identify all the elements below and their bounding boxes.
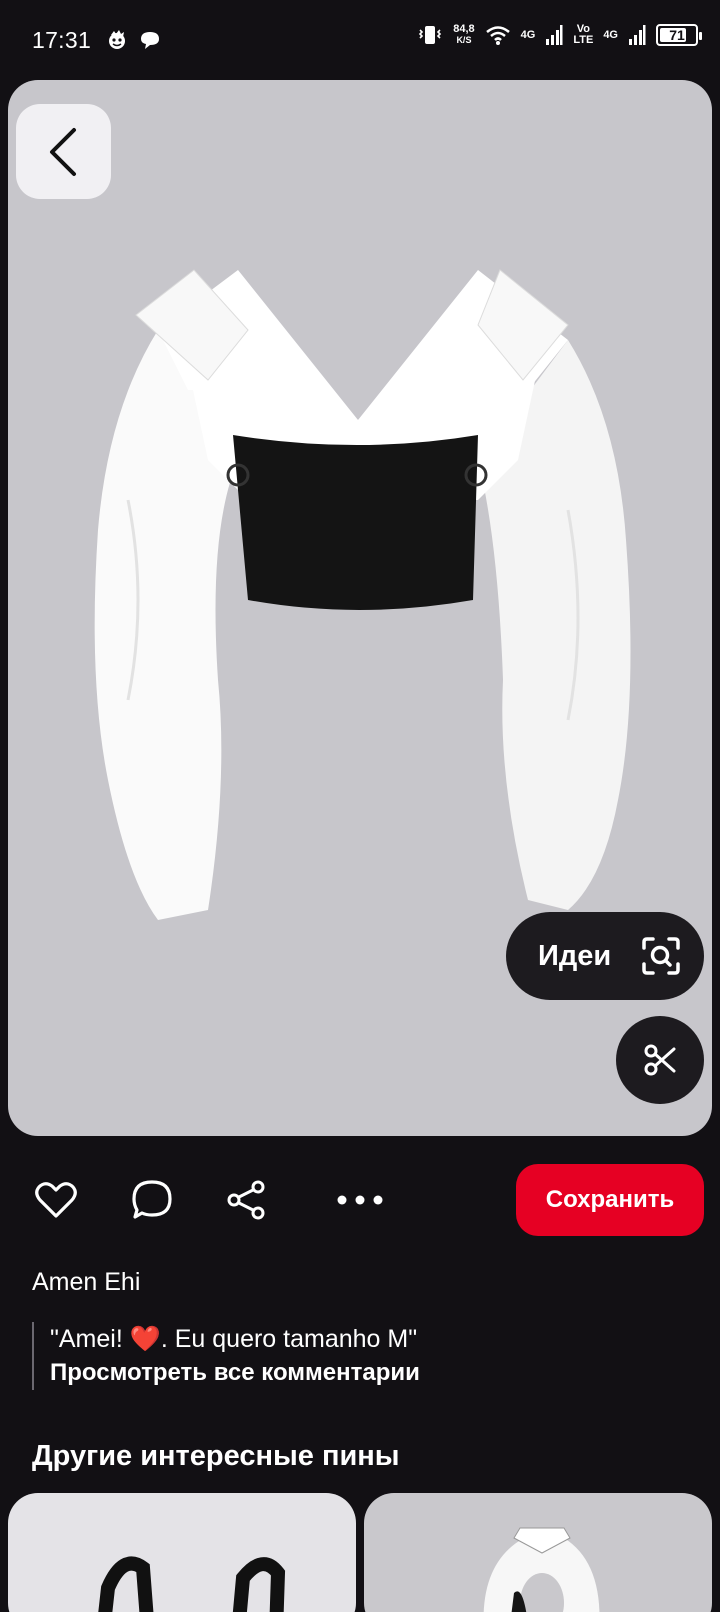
comment-icon (132, 1180, 172, 1219)
more-horizontal-icon (337, 1195, 383, 1205)
comment-text: "Amei! ❤️. Eu quero tamanho M" (50, 1325, 418, 1353)
more-pins-grid (8, 1493, 712, 1612)
chevron-left-icon (49, 127, 76, 176)
status-system-icons: 84,8 K/S 4G Vo LTE 4G 71 (417, 24, 702, 46)
network-type-2: 4G (603, 28, 618, 41)
status-notification-icons (105, 29, 161, 51)
related-pin[interactable] (364, 1493, 712, 1612)
more-pins-title: Другие интересные пины (32, 1440, 400, 1472)
pin-image[interactable]: Идеи (8, 80, 712, 1136)
comment-preview[interactable]: "Amei! ❤️. Eu quero tamanho M" Просмотре… (32, 1322, 420, 1390)
like-button[interactable] (20, 1164, 92, 1236)
net-speed: 84,8 K/S (453, 24, 474, 46)
battery-icon: 71 (656, 24, 702, 46)
save-button[interactable]: Сохранить (516, 1164, 704, 1236)
status-time: 17:31 (32, 26, 92, 53)
network-type-1: 4G (520, 28, 536, 41)
cutout-button[interactable] (616, 1016, 704, 1104)
comment-button[interactable] (116, 1164, 188, 1236)
status-bar: 17:31 84,8 K/S 4G Vo LTE 4G 71 (0, 0, 720, 80)
pin-action-row: Сохранить (0, 1164, 720, 1236)
net-speed-unit: K/S (456, 35, 472, 45)
related-pin-image (483, 1527, 600, 1612)
ideas-button[interactable]: Идеи (506, 912, 704, 1000)
volte-indicator: Vo LTE (573, 24, 593, 46)
volte-bottom: LTE (573, 34, 594, 46)
vibrate-icon (419, 26, 442, 44)
view-all-comments-link[interactable]: Просмотреть все комментарии (50, 1356, 420, 1390)
share-button[interactable] (210, 1164, 282, 1236)
heart-icon (35, 1182, 77, 1218)
app-notification-icon (109, 30, 126, 49)
scissors-icon (644, 1044, 676, 1076)
share-icon (227, 1180, 265, 1220)
more-options-button[interactable] (324, 1164, 396, 1236)
signal-icon-2 (629, 25, 646, 45)
related-pin[interactable] (8, 1493, 356, 1612)
signal-icon-1 (546, 25, 563, 45)
author-name[interactable]: Amen Ehi (32, 1268, 140, 1297)
battery-level: 71 (669, 27, 685, 43)
back-button[interactable] (16, 104, 111, 199)
chat-notification-icon (141, 32, 160, 49)
ideas-label: Идеи (538, 939, 612, 972)
related-pin-image (98, 1556, 286, 1612)
visual-search-icon (642, 937, 680, 975)
net-speed-value: 84,8 (453, 23, 475, 35)
wifi-icon (485, 26, 510, 45)
